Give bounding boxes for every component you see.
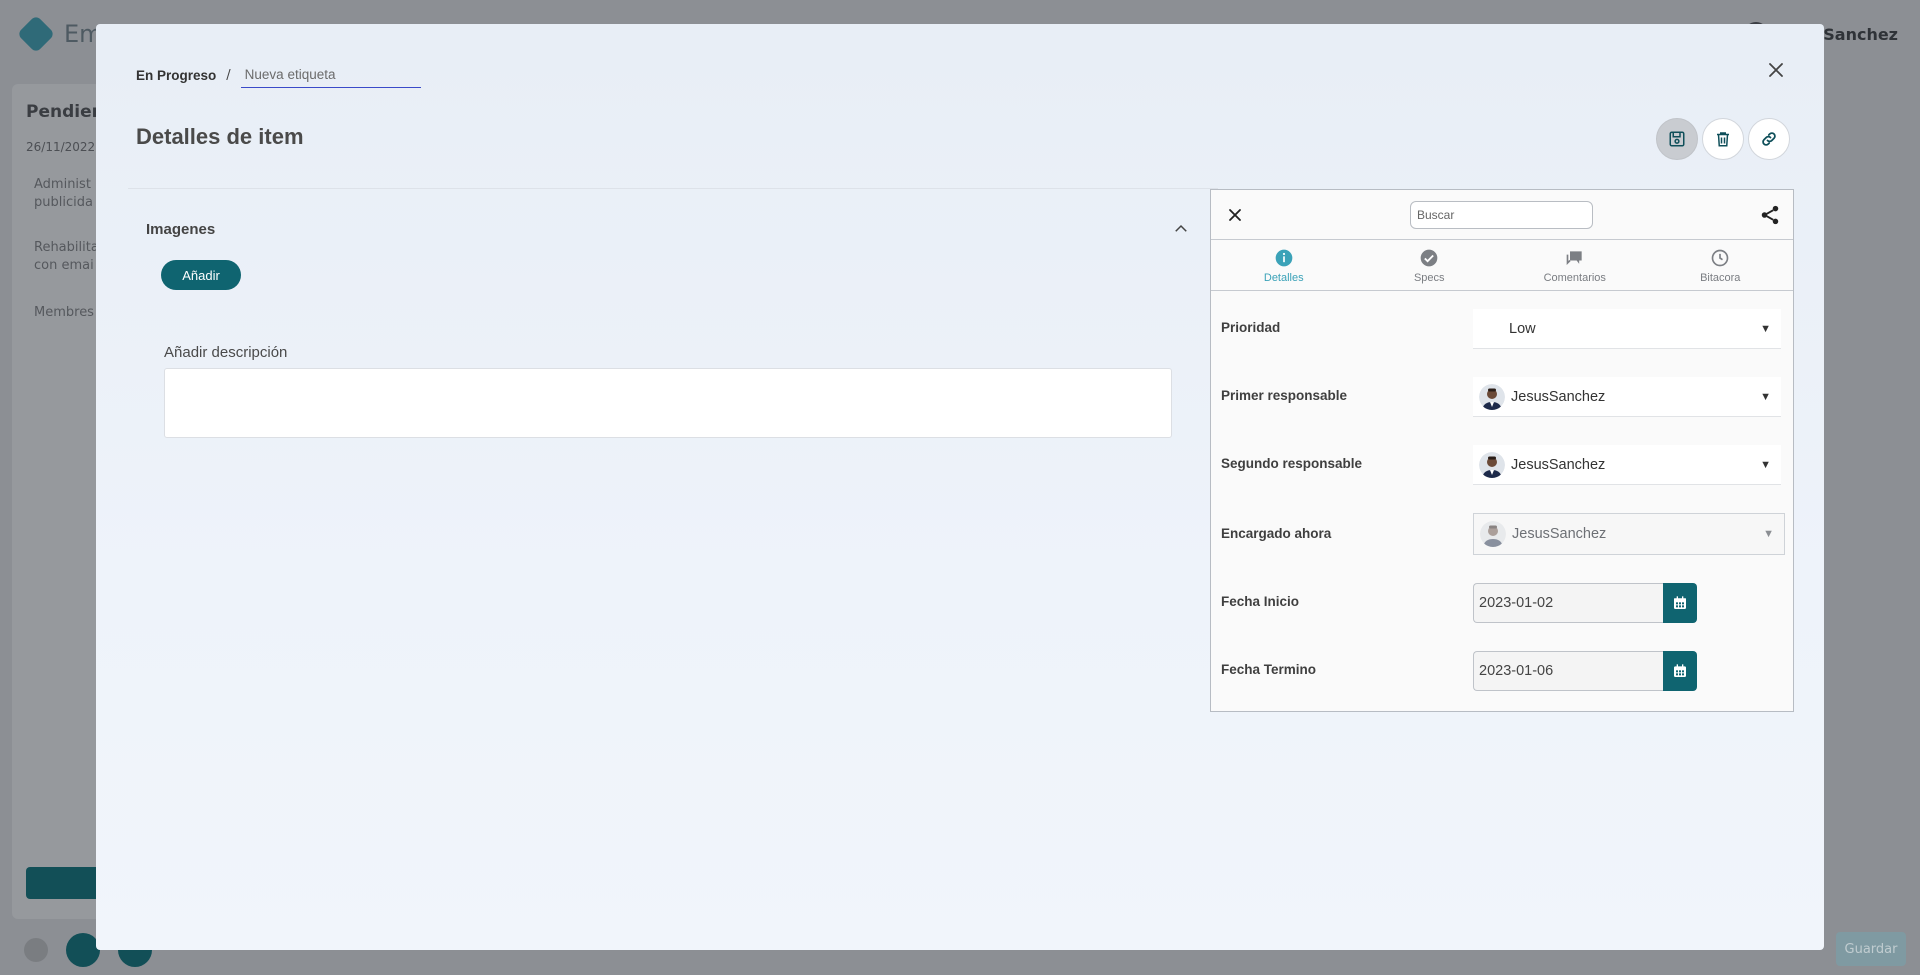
tab-label: Comentarios (1543, 271, 1606, 284)
column-date: 26/11/2022 (26, 140, 96, 154)
panel-tabs: Detalles Specs Comentarios Bitacora (1211, 241, 1793, 291)
breadcrumb-status[interactable]: En Progreso (136, 68, 216, 83)
action-toolbar (1656, 118, 1790, 160)
list-item: publicida (34, 195, 93, 210)
close-icon[interactable] (1764, 58, 1788, 82)
chevron-up-icon[interactable] (1172, 220, 1190, 238)
list-item: Rehabilita (34, 240, 99, 255)
field-fecha-inicio: Fecha Inicio (1211, 583, 1793, 623)
select-value: Low (1509, 320, 1536, 337)
calendar-button[interactable] (1663, 583, 1697, 623)
clock-icon (1711, 249, 1729, 266)
field-label: Encargado ahora (1221, 526, 1332, 541)
field-label: Segundo responsable (1221, 456, 1363, 471)
tab-label: Detalles (1263, 271, 1304, 284)
kanban-column: Pendien 26/11/2022 Administ publicida Re… (12, 84, 106, 919)
app-logo: Em (16, 14, 103, 54)
calendar-icon (1674, 596, 1686, 609)
priority-select[interactable]: Low ▼ (1473, 309, 1781, 349)
details-panel: Detalles Specs Comentarios Bitacora Prio… (1210, 189, 1794, 712)
tab-detalles[interactable]: Detalles (1211, 241, 1357, 290)
comments-icon (1566, 250, 1582, 265)
tab-bitacora[interactable]: Bitacora (1648, 241, 1794, 290)
tab-specs[interactable]: Specs (1357, 241, 1503, 290)
column-button (26, 867, 106, 899)
field-label: Prioridad (1221, 320, 1281, 335)
circle-button (66, 933, 100, 967)
select-value: JesusSanchez (1511, 456, 1606, 473)
field-encargado-ahora: Encargado ahora JesusSanchez ▼ (1211, 513, 1793, 555)
field-label: Fecha Inicio (1221, 594, 1300, 609)
fecha-termino-input[interactable] (1473, 651, 1663, 691)
avatar (1480, 521, 1506, 547)
description-field[interactable] (164, 368, 1172, 438)
segundo-responsable-select[interactable]: JesusSanchez ▼ (1473, 445, 1781, 485)
field-label: Fecha Termino (1221, 662, 1317, 677)
avatar (1479, 383, 1505, 410)
tab-label: Specs (1413, 271, 1445, 284)
field-primer-responsable: Primer responsable JesusSanchez ▼ (1211, 377, 1793, 417)
breadcrumb-separator: / (226, 67, 231, 83)
caret-down-icon: ▼ (1763, 528, 1774, 540)
fecha-inicio-picker (1473, 583, 1697, 623)
section-title: Imagenes (146, 220, 216, 238)
breadcrumb: En Progreso / (136, 62, 421, 88)
calendar-icon (1674, 664, 1686, 677)
share-icon[interactable] (1759, 204, 1781, 226)
delete-button[interactable] (1702, 118, 1744, 160)
trash-icon (1717, 132, 1729, 147)
divider (128, 188, 1218, 189)
fecha-inicio-input[interactable] (1473, 583, 1663, 623)
encargado-select: JesusSanchez ▼ (1473, 513, 1785, 555)
save-button[interactable] (1656, 118, 1698, 160)
logo-mark-icon (16, 14, 56, 54)
save-icon (1669, 131, 1685, 147)
calendar-button[interactable] (1663, 651, 1697, 691)
add-image-button[interactable]: Añadir (161, 260, 241, 290)
select-value: JesusSanchez (1511, 388, 1606, 405)
list-item: con emai (34, 258, 94, 273)
eye-icon (24, 938, 48, 962)
select-value: JesusSanchez (1512, 526, 1607, 542)
tab-label: Bitacora (1700, 271, 1741, 284)
images-section-header[interactable]: Imagenes (146, 220, 1190, 238)
primer-responsable-select[interactable]: JesusSanchez ▼ (1473, 377, 1781, 417)
field-segundo-responsable: Segundo responsable JesusSanchez ▼ (1211, 445, 1793, 485)
close-icon[interactable] (1225, 205, 1245, 225)
caret-down-icon: ▼ (1760, 458, 1771, 471)
list-item: Membres (34, 305, 94, 320)
link-button[interactable] (1748, 118, 1790, 160)
fecha-termino-picker (1473, 651, 1697, 691)
info-icon (1275, 249, 1293, 266)
caret-down-icon: ▼ (1760, 390, 1771, 403)
check-circle-icon (1420, 249, 1438, 266)
description-label: Añadir descripción (164, 344, 288, 361)
tag-input[interactable] (240, 62, 421, 88)
panel-header (1211, 190, 1793, 240)
list-item: Administ (34, 177, 91, 192)
search-input[interactable] (1410, 201, 1593, 229)
guardar-button: Guardar (1836, 932, 1906, 966)
caret-down-icon: ▼ (1760, 322, 1771, 335)
field-label: Primer responsable (1221, 388, 1348, 403)
item-details-modal: En Progreso / Detalles de item Imagenes … (96, 24, 1824, 950)
field-prioridad: Prioridad Low ▼ (1211, 309, 1793, 349)
field-fecha-termino: Fecha Termino (1211, 651, 1793, 691)
page-title: Detalles de item (136, 124, 304, 149)
link-icon (1762, 132, 1776, 146)
avatar (1479, 451, 1505, 478)
column-title: Pendien (26, 102, 104, 122)
tab-comentarios[interactable]: Comentarios (1502, 241, 1648, 290)
